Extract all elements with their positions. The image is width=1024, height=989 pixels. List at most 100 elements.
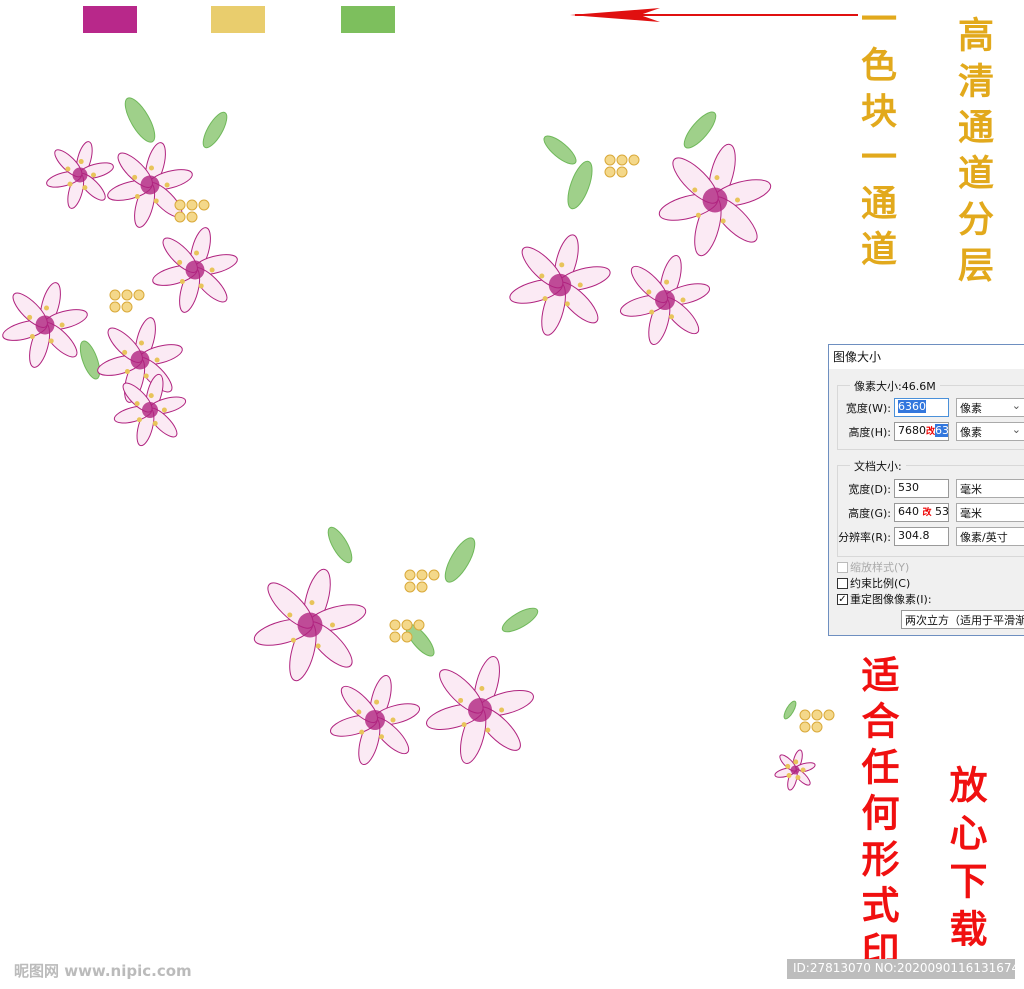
small-flower (811, 721, 823, 733)
leaf (79, 340, 101, 380)
lily-stamen (485, 727, 491, 733)
resolution-unit-select[interactable]: 像素/英寸 (956, 527, 1024, 546)
lily-stamen (577, 282, 583, 288)
small-flower (133, 289, 145, 301)
lily-center (297, 612, 323, 638)
small-flower (616, 166, 628, 178)
small-flower (799, 709, 811, 721)
lily-center (365, 710, 385, 730)
small-flower (616, 154, 628, 166)
small-flower (121, 301, 133, 313)
doc-height-label: 高度(G): (848, 506, 891, 520)
small-flower (416, 581, 428, 593)
lily-stamen (785, 763, 791, 769)
lily-stamen (356, 709, 362, 715)
small-flower (186, 199, 198, 211)
leaf (501, 607, 539, 633)
pixel-height-input[interactable]: 7680改6360 (894, 422, 949, 441)
lily-stamen (65, 166, 71, 172)
resample-checkbox[interactable]: ✓ 重定图像像素(I): (837, 591, 932, 607)
lily-center (790, 765, 800, 775)
watermark-id: ID:27813070 NO:20200901161316748038 (787, 959, 1024, 979)
lily-stamen (78, 159, 84, 165)
small-flower (823, 709, 835, 721)
lily-stamen (29, 334, 35, 340)
leaf (327, 526, 353, 564)
lily-stamen (359, 729, 365, 735)
dialog-title: 图像大小 (829, 345, 1024, 369)
lily-stamen (148, 165, 154, 171)
scale-styles-checkbox[interactable]: 缩放样式(Y) (837, 559, 909, 575)
lily-stamen (646, 289, 652, 295)
lily-center (130, 350, 150, 370)
small-flower (428, 569, 440, 581)
lily-stamen (43, 305, 49, 311)
small-flower (186, 211, 198, 223)
small-flower (404, 581, 416, 593)
small-flower (401, 631, 413, 643)
doc-width-input[interactable]: 530 (894, 479, 949, 498)
pixel-height-unit-select[interactable]: 像素 ⌄ (956, 422, 1024, 441)
lily-stamen (138, 340, 144, 346)
leaf (783, 700, 797, 720)
lily-stamen (539, 273, 545, 279)
slogan-right: 放心下载 (943, 765, 988, 957)
headline-right: 高清通道分层 (952, 16, 994, 292)
resample-method-select[interactable]: 两次立方（适用于平滑渐变 (901, 610, 1024, 629)
group-label: 像素大小:46.6M (850, 378, 940, 394)
doc-height-unit-select[interactable]: 毫米 (956, 503, 1024, 522)
lily-stamen (461, 722, 467, 728)
lily-stamen (290, 637, 296, 643)
lily-stamen (800, 767, 806, 773)
small-flower (198, 199, 210, 211)
lily-stamen (720, 218, 726, 224)
small-flower (109, 301, 121, 313)
lily-stamen (122, 349, 128, 355)
lily-stamen (154, 357, 160, 363)
lily-stamen (148, 393, 154, 399)
lily-stamen (193, 250, 199, 256)
small-flower (799, 721, 811, 733)
lily-stamen (315, 643, 321, 649)
leaf (202, 111, 228, 149)
doc-width-unit-select[interactable]: 毫米 (956, 479, 1024, 498)
lily-stamen (134, 194, 140, 200)
pixel-width-unit-select[interactable]: 像素 ⌄ (956, 398, 1024, 417)
small-flower (174, 211, 186, 223)
pixel-width-input[interactable]: 6360 (894, 398, 949, 417)
lily-stamen (124, 369, 130, 375)
lily-stamen (669, 314, 675, 320)
lily-stamen (458, 697, 464, 703)
lily-stamen (795, 775, 801, 781)
lily-center (702, 187, 728, 213)
doc-height-input[interactable]: 640 改 530 (894, 503, 949, 522)
small-flower (628, 154, 640, 166)
lily-stamen (309, 600, 315, 606)
lily-center (142, 402, 158, 418)
lily-stamen (82, 185, 88, 191)
leaf (444, 537, 476, 583)
small-flower (109, 289, 121, 301)
lily-stamen (680, 297, 686, 303)
small-flower (389, 631, 401, 643)
lily-stamen (330, 622, 335, 628)
headline-left: 一色块一通道 (855, 0, 897, 276)
small-flower (416, 569, 428, 581)
resolution-input[interactable]: 304.8 (894, 527, 949, 546)
lily-stamen (134, 401, 140, 407)
site-logo: 昵图网 www.nipic.com (14, 962, 192, 980)
small-flower (174, 199, 186, 211)
width-label: 宽度(W): (845, 401, 891, 415)
lily-stamen (379, 734, 385, 740)
constrain-proportions-checkbox[interactable]: 约束比例(C) (837, 575, 910, 591)
lily-stamen (664, 279, 670, 285)
height-label: 高度(H): (848, 425, 891, 439)
resolution-label: 分辨率(R): (838, 530, 891, 544)
lily-stamen (542, 296, 548, 302)
image-size-dialog: 图像大小 像素大小:46.6M 宽度(W): 6360 像素 ⌄ 高度(H): 7… (828, 344, 1024, 636)
lily-center (35, 315, 55, 335)
chevron-down-icon: ⌄ (1011, 399, 1021, 412)
lily-stamen (793, 759, 799, 765)
small-flower (404, 569, 416, 581)
chevron-down-icon: ⌄ (1011, 423, 1021, 436)
